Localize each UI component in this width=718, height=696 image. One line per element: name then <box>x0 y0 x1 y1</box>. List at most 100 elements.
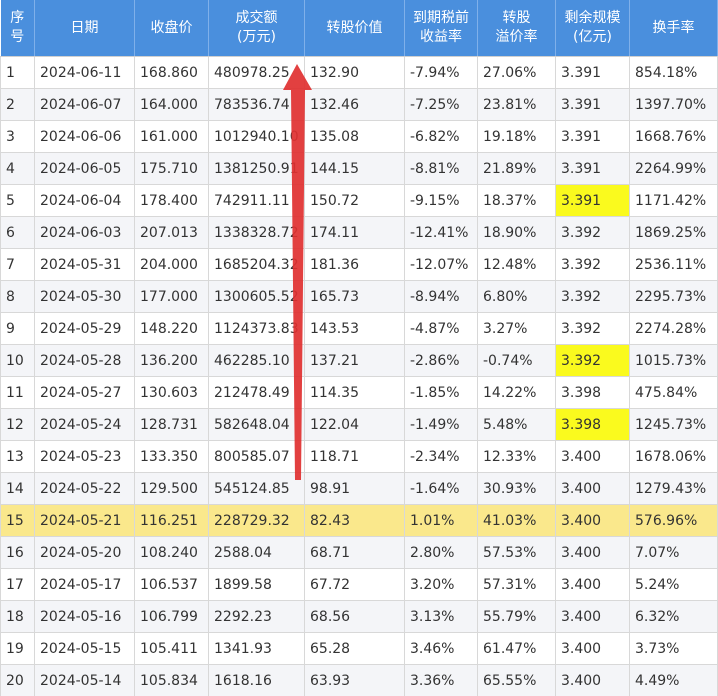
table-row[interactable]: 7 2024-05-31 204.000 1685204.32 181.36 -12.07… <box>0 248 718 281</box>
cell-ytm-pretax: -7.94% <box>404 56 478 89</box>
cell-conversion-value: 82.43 <box>304 504 405 537</box>
cell-date: 2024-05-28 <box>34 344 135 377</box>
cell-remaining-size: 3.392 <box>555 248 630 281</box>
cell-turnover-amount: 462285.10 <box>208 344 305 377</box>
cell-close-price: 128.731 <box>134 408 209 441</box>
cell-conversion-value: 143.53 <box>304 312 405 345</box>
cell-turnover-amount: 228729.32 <box>208 504 305 537</box>
header-conversion-premium[interactable]: 转股 溢价率 <box>477 0 556 57</box>
table-row[interactable]: 15 2024-05-21 116.251 228729.32 82.43 1.01% 41… <box>0 504 718 537</box>
table-row[interactable]: 13 2024-05-23 133.350 800585.07 118.71 -2.34%… <box>0 440 718 473</box>
cell-turnover-amount: 742911.11 <box>208 184 305 217</box>
cell-conversion-premium: 57.53% <box>477 536 556 569</box>
cell-seq: 11 <box>0 376 35 409</box>
cell-date: 2024-05-16 <box>34 600 135 633</box>
table-row[interactable]: 19 2024-05-15 105.411 1341.93 65.28 3.46% 61.4… <box>0 632 718 665</box>
table-row[interactable]: 17 2024-05-17 106.537 1899.58 67.72 3.20% 57.3… <box>0 568 718 601</box>
cell-conversion-premium: 65.55% <box>477 664 556 696</box>
table-row[interactable]: 2 2024-06-07 164.000 783536.74 132.46 -7.25% 2… <box>0 88 718 121</box>
cell-turnover-amount: 1300605.52 <box>208 280 305 313</box>
table-row[interactable]: 9 2024-05-29 148.220 1124373.83 143.53 -4.87%… <box>0 312 718 345</box>
cell-conversion-value: 135.08 <box>304 120 405 153</box>
cell-turnover-rate: 5.24% <box>629 568 718 601</box>
cell-remaining-size: 3.392 <box>555 344 630 377</box>
cell-ytm-pretax: 3.46% <box>404 632 478 665</box>
table-row[interactable]: 5 2024-06-04 178.400 742911.11 150.72 -9.15% 1… <box>0 184 718 217</box>
cell-conversion-value: 144.15 <box>304 152 405 185</box>
cell-date: 2024-05-30 <box>34 280 135 313</box>
cell-conversion-premium: 6.80% <box>477 280 556 313</box>
cell-turnover-rate: 2264.99% <box>629 152 718 185</box>
cell-close-price: 129.500 <box>134 472 209 505</box>
cell-close-price: 204.000 <box>134 248 209 281</box>
cell-turnover-rate: 4.49% <box>629 664 718 696</box>
cell-seq: 3 <box>0 120 35 153</box>
table-row[interactable]: 1 2024-06-11 168.860 480978.25 132.90 -7.94% 2… <box>0 56 718 89</box>
table-row[interactable]: 8 2024-05-30 177.000 1300605.52 165.73 -8.94%… <box>0 280 718 313</box>
cell-turnover-rate: 1678.06% <box>629 440 718 473</box>
table-row[interactable]: 4 2024-06-05 175.710 1381250.91 144.15 -8.81%… <box>0 152 718 185</box>
cell-turnover-rate: 1245.73% <box>629 408 718 441</box>
cell-date: 2024-05-15 <box>34 632 135 665</box>
table-row[interactable]: 12 2024-05-24 128.731 582648.04 122.04 -1.49%… <box>0 408 718 441</box>
header-seq[interactable]: 序 号 <box>0 0 35 57</box>
table-row[interactable]: 3 2024-06-06 161.000 1012940.10 135.08 -6.82%… <box>0 120 718 153</box>
cell-conversion-premium: 57.31% <box>477 568 556 601</box>
cell-remaining-size: 3.391 <box>555 184 630 217</box>
cell-seq: 13 <box>0 440 35 473</box>
table-row[interactable]: 6 2024-06-03 207.013 1338328.72 174.11 -12.41… <box>0 216 718 249</box>
cell-ytm-pretax: -12.07% <box>404 248 478 281</box>
header-close-price[interactable]: 收盘价 <box>134 0 209 57</box>
cell-ytm-pretax: -1.85% <box>404 376 478 409</box>
cell-seq: 2 <box>0 88 35 121</box>
table-row[interactable]: 10 2024-05-28 136.200 462285.10 137.21 -2.86%… <box>0 344 718 377</box>
cell-conversion-value: 165.73 <box>304 280 405 313</box>
header-turnover-rate[interactable]: 换手率 <box>629 0 718 57</box>
cell-turnover-amount: 783536.74 <box>208 88 305 121</box>
cell-turnover-amount: 1899.58 <box>208 568 305 601</box>
cell-turnover-amount: 582648.04 <box>208 408 305 441</box>
table-row[interactable]: 11 2024-05-27 130.603 212478.49 114.35 -1.85%… <box>0 376 718 409</box>
table-row[interactable]: 14 2024-05-22 129.500 545124.85 98.91 -1.64% 3… <box>0 472 718 505</box>
cell-seq: 20 <box>0 664 35 696</box>
cell-conversion-premium: 30.93% <box>477 472 556 505</box>
cell-remaining-size: 3.391 <box>555 88 630 121</box>
cell-conversion-value: 174.11 <box>304 216 405 249</box>
cell-remaining-size: 3.392 <box>555 280 630 313</box>
header-turnover-amount[interactable]: 成交额 (万元) <box>208 0 305 57</box>
cell-conversion-premium: 55.79% <box>477 600 556 633</box>
cell-date: 2024-05-22 <box>34 472 135 505</box>
cell-date: 2024-05-21 <box>34 504 135 537</box>
cell-turnover-rate: 2295.73% <box>629 280 718 313</box>
cell-seq: 5 <box>0 184 35 217</box>
cell-conversion-premium: 18.37% <box>477 184 556 217</box>
cell-date: 2024-05-14 <box>34 664 135 696</box>
cell-conversion-value: 132.90 <box>304 56 405 89</box>
cell-seq: 10 <box>0 344 35 377</box>
screenshot: 序 号日期 收盘价 成交额 (万元) 转股价值 到期税前 收益率 转股 溢价率 剩余规模 (… <box>0 0 718 696</box>
cell-close-price: 177.000 <box>134 280 209 313</box>
header-date[interactable]: 日期 <box>34 0 135 57</box>
cell-remaining-size: 3.400 <box>555 536 630 569</box>
header-conversion-value[interactable]: 转股价值 <box>304 0 405 57</box>
cell-close-price: 207.013 <box>134 216 209 249</box>
header-remaining-size[interactable]: 剩余规模 (亿元) <box>555 0 630 57</box>
cell-turnover-rate: 6.32% <box>629 600 718 633</box>
cell-ytm-pretax: -7.25% <box>404 88 478 121</box>
cell-date: 2024-06-04 <box>34 184 135 217</box>
cell-close-price: 105.834 <box>134 664 209 696</box>
cell-conversion-premium: 21.89% <box>477 152 556 185</box>
cell-turnover-rate: 2274.28% <box>629 312 718 345</box>
cell-turnover-rate: 1397.70% <box>629 88 718 121</box>
table-row[interactable]: 20 2024-05-14 105.834 1618.16 63.93 3.36% 65.5… <box>0 664 718 696</box>
cell-conversion-premium: 12.33% <box>477 440 556 473</box>
cell-turnover-rate: 1171.42% <box>629 184 718 217</box>
cell-conversion-value: 150.72 <box>304 184 405 217</box>
table-row[interactable]: 16 2024-05-20 108.240 2588.04 68.71 2.80% 57.5… <box>0 536 718 569</box>
cell-turnover-amount: 1685204.32 <box>208 248 305 281</box>
cell-close-price: 148.220 <box>134 312 209 345</box>
header-ytm-pretax[interactable]: 到期税前 收益率 <box>404 0 478 57</box>
cell-remaining-size: 3.400 <box>555 472 630 505</box>
table-row[interactable]: 18 2024-05-16 106.799 2292.23 68.56 3.13% 55.7… <box>0 600 718 633</box>
cell-conversion-value: 98.91 <box>304 472 405 505</box>
